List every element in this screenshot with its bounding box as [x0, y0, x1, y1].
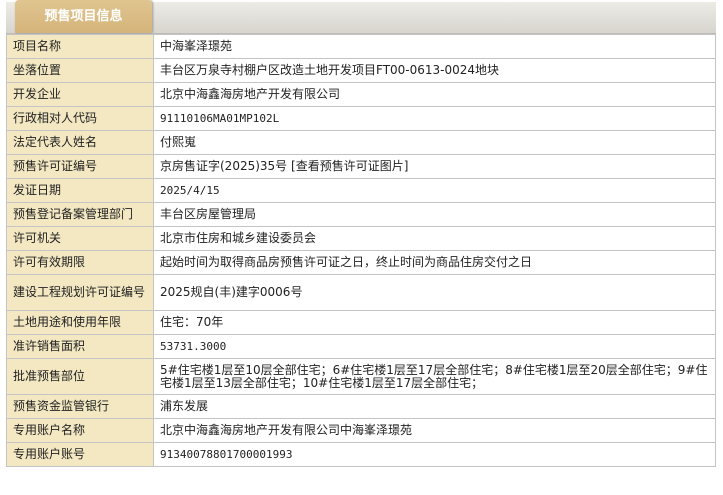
sale-area: 53731.3000: [153, 334, 716, 359]
permit-validity: 起始时间为取得商品房预售许可证之日，终止时间为商品住房交付之日: [153, 250, 716, 275]
table-row: 法定代表人姓名 付熙嵬: [6, 130, 716, 155]
approved-presale-units: 5#住宅楼1层至10层全部住宅；6#住宅楼1层至17层全部住宅；8#住宅楼1层至…: [153, 358, 716, 395]
table-row: 预售登记备案管理部门 丰台区房屋管理局: [6, 202, 716, 227]
table-row: 土地用途和使用年限 住宅：70年: [6, 310, 716, 335]
tab-presale-project-info[interactable]: 预售项目信息: [15, 0, 152, 33]
row-label: 预售登记备案管理部门: [6, 202, 154, 227]
view-permit-image-link[interactable]: [查看预售许可证图片]: [291, 159, 408, 173]
table-row: 项目名称 中海峯泽璟苑: [6, 34, 716, 59]
supervising-bank: 浦东发展: [153, 394, 716, 419]
table-row: 建设工程规划许可证编号 2025规自(丰)建字0006号: [6, 274, 716, 311]
account-name: 北京中海鑫海房地产开发有限公司中海峯泽璟苑: [153, 418, 716, 443]
table-row: 批准预售部位 5#住宅楼1层至10层全部住宅；6#住宅楼1层至17层全部住宅；8#…: [6, 358, 716, 395]
row-label: 行政相对人代码: [6, 106, 154, 131]
row-label: 准许销售面积: [6, 334, 154, 359]
row-label: 坐落位置: [6, 58, 154, 83]
row-label: 发证日期: [6, 178, 154, 203]
row-label: 许可机关: [6, 226, 154, 251]
row-label: 开发企业: [6, 82, 154, 107]
project-info-table: 项目名称 中海峯泽璟苑 坐落位置 丰台区万泉寺村棚户区改造土地开发项目FT00-06…: [6, 34, 716, 467]
registration-department: 丰台区房屋管理局: [153, 202, 716, 227]
table-row: 预售许可证编号 京房售证字(2025)35号 [查看预售许可证图片]: [6, 154, 716, 179]
legal-representative: 付熙嵬: [153, 130, 716, 155]
table-row: 发证日期 2025/4/15: [6, 178, 716, 203]
table-row: 行政相对人代码 91110106MA01MP102L: [6, 106, 716, 131]
row-label: 法定代表人姓名: [6, 130, 154, 155]
issue-date: 2025/4/15: [153, 178, 716, 203]
table-row: 预售资金监管银行 浦东发展: [6, 394, 716, 419]
land-use: 住宅：70年: [153, 310, 716, 335]
developer: 北京中海鑫海房地产开发有限公司: [153, 82, 716, 107]
row-label: 批准预售部位: [6, 358, 154, 395]
table-row: 坐落位置 丰台区万泉寺村棚户区改造土地开发项目FT00-0613-0024地块: [6, 58, 716, 83]
table-row: 专用账户名称 北京中海鑫海房地产开发有限公司中海峯泽璟苑: [6, 418, 716, 443]
table-row: 开发企业 北京中海鑫海房地产开发有限公司: [6, 82, 716, 107]
licensing-authority: 北京市住房和城乡建设委员会: [153, 226, 716, 251]
row-label: 建设工程规划许可证编号: [6, 274, 154, 311]
table-row: 许可有效期限 起始时间为取得商品房预售许可证之日，终止时间为商品住房交付之日: [6, 250, 716, 275]
row-label: 预售许可证编号: [6, 154, 154, 179]
row-label: 专用账户名称: [6, 418, 154, 443]
location: 丰台区万泉寺村棚户区改造土地开发项目FT00-0613-0024地块: [153, 58, 716, 83]
permit-number: 京房售证字(2025)35号 [查看预售许可证图片]: [153, 154, 716, 179]
permit-number-value: 京房售证字(2025)35号: [160, 159, 288, 173]
row-label: 专用账户账号: [6, 442, 154, 467]
table-row: 许可机关 北京市住房和城乡建设委员会: [6, 226, 716, 251]
row-label: 预售资金监管银行: [6, 394, 154, 419]
project-name: 中海峯泽璟苑: [153, 34, 716, 59]
account-number: 91340078801700001993: [153, 442, 716, 467]
row-label: 土地用途和使用年限: [6, 310, 154, 335]
row-label: 许可有效期限: [6, 250, 154, 275]
table-row: 专用账户账号 91340078801700001993: [6, 442, 716, 467]
row-label: 项目名称: [6, 34, 154, 59]
table-row: 准许销售面积 53731.3000: [6, 334, 716, 359]
planning-permit-number: 2025规自(丰)建字0006号: [153, 274, 716, 311]
credit-code: 91110106MA01MP102L: [153, 106, 716, 131]
